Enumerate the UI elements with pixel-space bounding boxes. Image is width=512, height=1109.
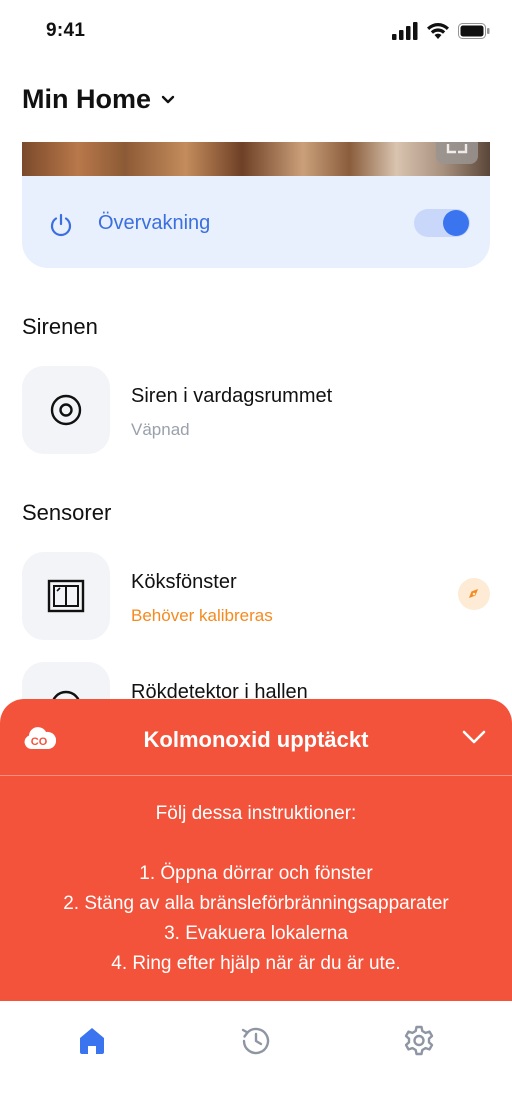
alert-step: 3. Evakuera lokalerna xyxy=(164,923,348,944)
co-alert-panel: CO Kolmonoxid upptäckt Följ dessa instru… xyxy=(0,699,512,1001)
device-tile xyxy=(22,366,110,454)
status-bar: 9:41 xyxy=(0,0,512,64)
monitoring-label: Övervakning xyxy=(98,212,211,234)
battery-icon xyxy=(458,23,490,39)
tab-home[interactable] xyxy=(72,1021,112,1061)
alert-instructions: Följ dessa instruktioner: 1. Öppna dörra… xyxy=(0,799,512,979)
tab-bar xyxy=(0,1001,512,1109)
home-title: Min Home xyxy=(22,84,152,114)
expand-icon[interactable] xyxy=(436,142,478,164)
chevron-down-icon[interactable] xyxy=(462,729,486,745)
compass-icon[interactable] xyxy=(458,578,490,610)
tab-history[interactable] xyxy=(236,1021,276,1061)
history-icon xyxy=(241,1027,270,1055)
section-title-siren: Sirenen xyxy=(22,314,98,339)
status-time: 9:41 xyxy=(46,20,86,41)
power-icon xyxy=(50,213,72,237)
device-tile xyxy=(22,552,110,640)
alert-step: 2. Stäng av alla bränsleförbränningsappa… xyxy=(63,893,449,914)
monitoring-card: Övervakning xyxy=(22,176,490,268)
device-name: Siren i vardagsrummet xyxy=(131,385,333,407)
section-title-sensors: Sensorer xyxy=(22,500,112,525)
device-name: Köksfönster xyxy=(131,571,237,593)
tab-settings[interactable] xyxy=(399,1021,439,1061)
alert-step: 4. Ring efter hjälp när är du är ute. xyxy=(111,953,401,974)
alert-title: Kolmonoxid upptäckt xyxy=(143,727,369,752)
alert-header[interactable]: CO Kolmonoxid upptäckt xyxy=(0,699,512,776)
home-selector[interactable]: Min Home xyxy=(22,84,175,115)
camera-preview[interactable] xyxy=(22,142,490,176)
alert-step: 1. Öppna dörrar och fönster xyxy=(139,863,373,884)
device-row-siren[interactable]: Siren i vardagsrummet Väpnad xyxy=(22,366,490,456)
status-icons xyxy=(392,22,490,40)
chevron-down-icon xyxy=(161,95,175,103)
gear-icon xyxy=(404,1025,434,1056)
alert-intro: Följ dessa instruktioner: xyxy=(155,803,357,824)
device-status: Behöver kalibreras xyxy=(131,606,273,625)
device-row-kitchen-window[interactable]: Köksfönster Behöver kalibreras xyxy=(22,552,490,642)
toggle-knob xyxy=(443,210,469,236)
window-sensor-icon xyxy=(47,579,85,613)
signal-icon xyxy=(392,22,418,40)
monitoring-toggle[interactable] xyxy=(414,209,470,237)
siren-icon xyxy=(50,394,82,426)
device-status: Väpnad xyxy=(131,420,190,439)
home-icon xyxy=(80,1028,104,1054)
wifi-icon xyxy=(427,23,449,39)
